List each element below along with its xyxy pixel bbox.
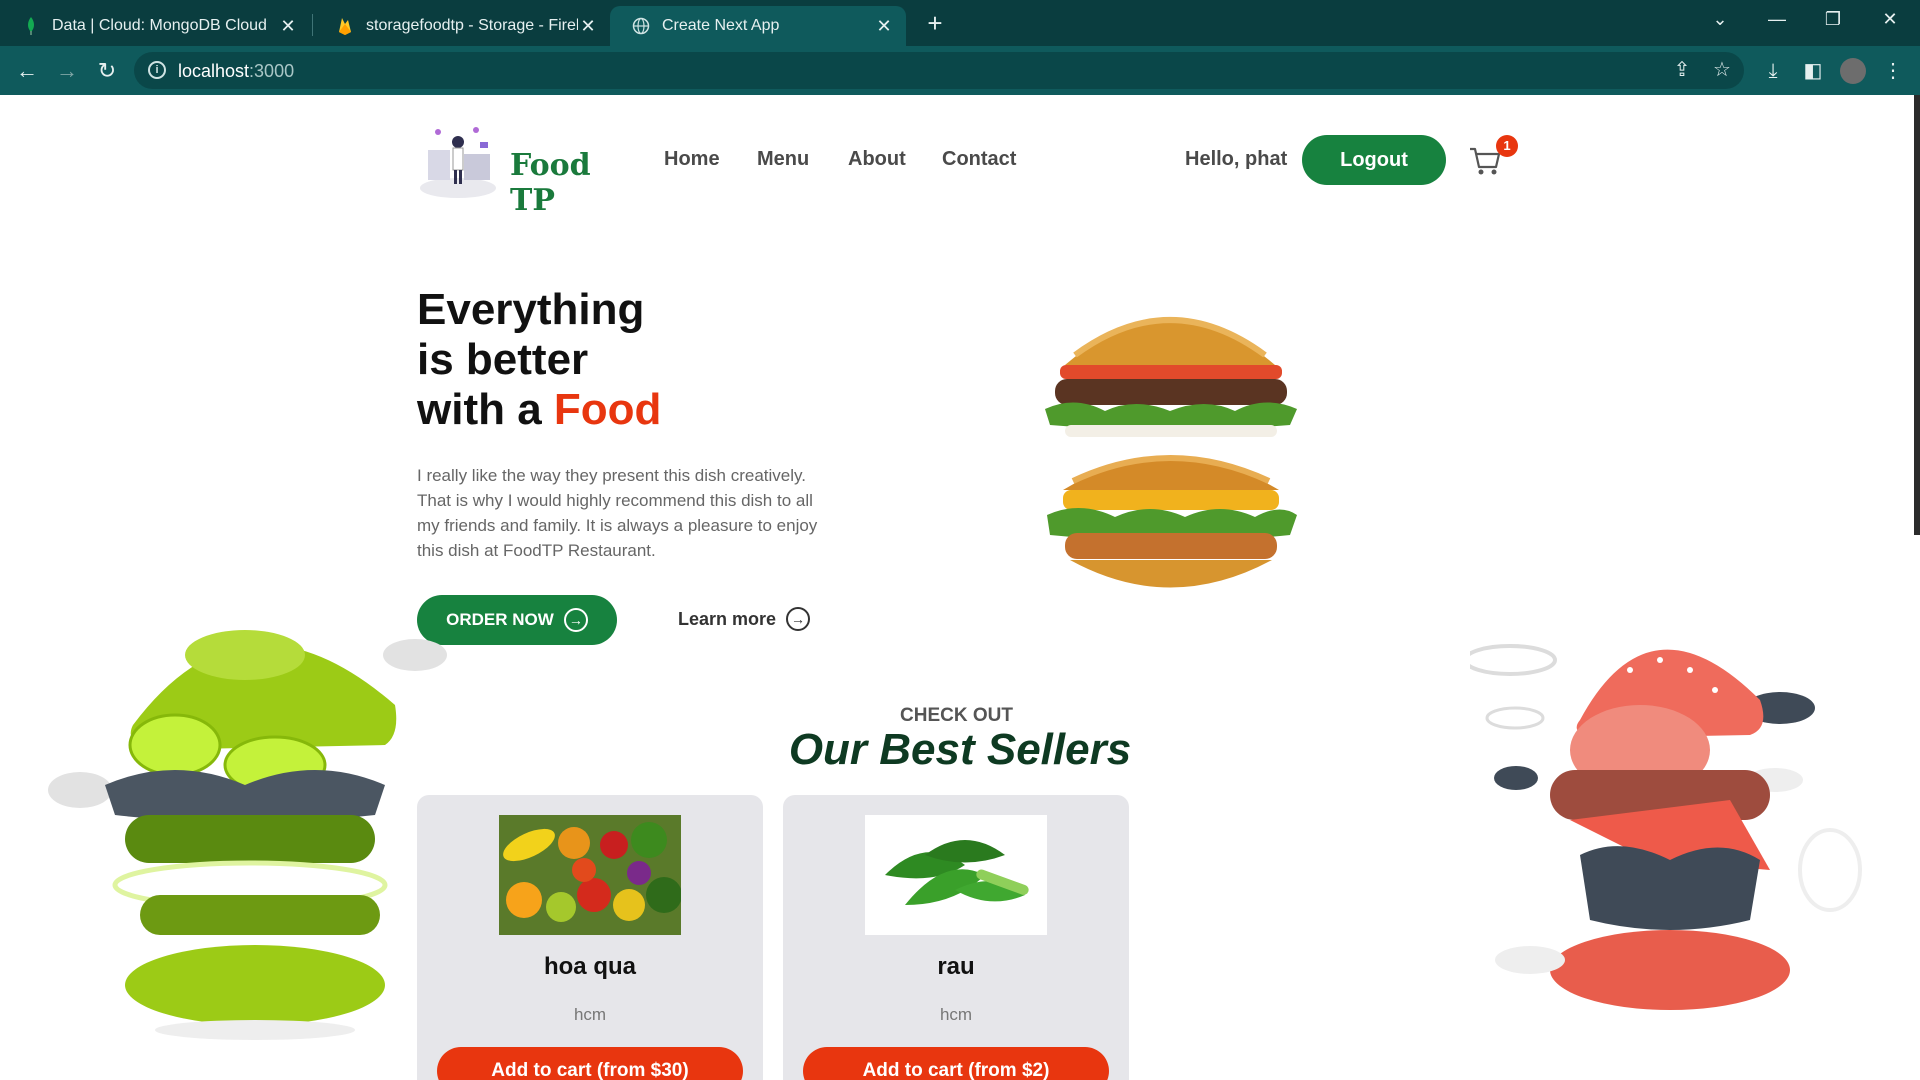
close-icon[interactable]: ✕ <box>278 16 298 37</box>
double-burger-image <box>1045 317 1297 588</box>
nav-menu[interactable]: Menu <box>757 148 809 171</box>
tab-mongodb[interactable]: Data | Cloud: MongoDB Cloud ✕ <box>0 6 310 46</box>
url-host: localhost <box>178 61 250 81</box>
nav-contact[interactable]: Contact <box>942 148 1016 171</box>
browser-toolbar: ← → ↻ i localhost:3000 ⇪ ☆ ⤓ ◧ ⋮ <box>0 46 1920 95</box>
address-bar[interactable]: i localhost:3000 ⇪ ☆ <box>134 52 1744 89</box>
product-name: hoa qua <box>543 953 636 980</box>
tab-search-chevron-icon[interactable]: ⌄ <box>1700 4 1740 34</box>
site-info-icon[interactable]: i <box>148 61 166 79</box>
globe-icon <box>632 17 650 35</box>
firebase-flame-icon <box>336 17 354 35</box>
logo-text: Food TP <box>510 148 591 218</box>
side-panel-icon[interactable]: ◧ <box>1800 58 1826 84</box>
new-tab-button[interactable]: + <box>920 8 950 38</box>
learn-more-link[interactable]: Learn more → <box>678 607 811 631</box>
download-icon[interactable]: ⤓ <box>1760 58 1786 84</box>
reload-icon[interactable]: ↻ <box>92 56 122 86</box>
hero-title-line: with a Food <box>417 385 661 435</box>
arrow-right-circle-icon: → <box>563 608 588 632</box>
arrow-right-circle-icon: → <box>786 607 811 631</box>
window-close-icon[interactable]: ✕ <box>1870 4 1910 34</box>
product-name: rau <box>937 953 975 980</box>
share-icon[interactable]: ⇪ <box>1669 57 1695 83</box>
menu-kebab-icon[interactable]: ⋮ <box>1880 58 1906 84</box>
product-card: hoa qua hcm Add to cart (from $30) <box>417 795 763 1080</box>
logout-button[interactable]: Logout <box>1302 135 1446 185</box>
section-kicker: CHECK OUT <box>900 705 1013 726</box>
minimize-icon[interactable]: — <box>1757 4 1797 34</box>
product-image-vegetables <box>865 815 1047 935</box>
hero-title-line: is better <box>417 335 589 384</box>
nav-home[interactable]: Home <box>664 148 720 171</box>
browser-tab-bar: Data | Cloud: MongoDB Cloud ✕ storagefoo… <box>0 0 1920 46</box>
hero-title-accent: Food <box>553 385 662 434</box>
chef-kitchen-logo-icon <box>420 127 496 198</box>
page-content: Food TP Home Menu About Contact Hello, p… <box>0 95 1920 1080</box>
scrollbar[interactable] <box>1914 95 1920 535</box>
tab-firebase[interactable]: storagefoodtp - Storage - Fireba ✕ <box>314 6 610 46</box>
order-now-label: ORDER NOW <box>446 610 554 629</box>
product-image-fruits <box>499 815 681 935</box>
back-arrow-icon[interactable]: ← <box>12 56 42 86</box>
url-text: localhost:3000 <box>178 61 294 82</box>
cart-count-badge: 1 <box>1496 135 1518 157</box>
add-to-cart-button[interactable]: Add to cart (from $30) <box>437 1047 743 1080</box>
nav-about[interactable]: About <box>848 148 906 171</box>
url-port: :3000 <box>249 61 295 81</box>
mongodb-leaf-icon <box>22 17 40 35</box>
green-burger-illustration <box>48 630 447 1040</box>
restore-icon[interactable]: ❐ <box>1813 4 1853 34</box>
hero-title-prefix: with a <box>417 385 554 434</box>
close-icon[interactable]: ✕ <box>578 16 598 37</box>
close-icon[interactable]: ✕ <box>874 16 894 37</box>
add-to-cart-button[interactable]: Add to cart (from $2) <box>803 1047 1109 1080</box>
tab-create-next-app[interactable]: Create Next App ✕ <box>610 6 906 46</box>
bookmark-star-icon[interactable]: ☆ <box>1709 57 1735 83</box>
red-burger-illustration <box>1470 644 1862 1010</box>
learn-more-label: Learn more <box>678 608 777 629</box>
section-heading: Our Best Sellers <box>788 725 1132 774</box>
logo[interactable]: Food TP <box>418 120 628 218</box>
user-greeting: Hello, phat <box>1185 148 1288 170</box>
product-location: hcm <box>573 1005 607 1024</box>
hero-title-line: Everything <box>417 285 645 334</box>
profile-avatar[interactable] <box>1840 58 1866 84</box>
product-card: rau hcm Add to cart (from $2) <box>783 795 1129 1080</box>
product-location: hcm <box>939 1005 973 1024</box>
hero-description: I really like the way they present this … <box>417 466 818 560</box>
hero-title: Everything is better with a Food <box>417 285 661 435</box>
forward-arrow-icon[interactable]: → <box>52 56 82 86</box>
tab-separator <box>312 14 313 36</box>
